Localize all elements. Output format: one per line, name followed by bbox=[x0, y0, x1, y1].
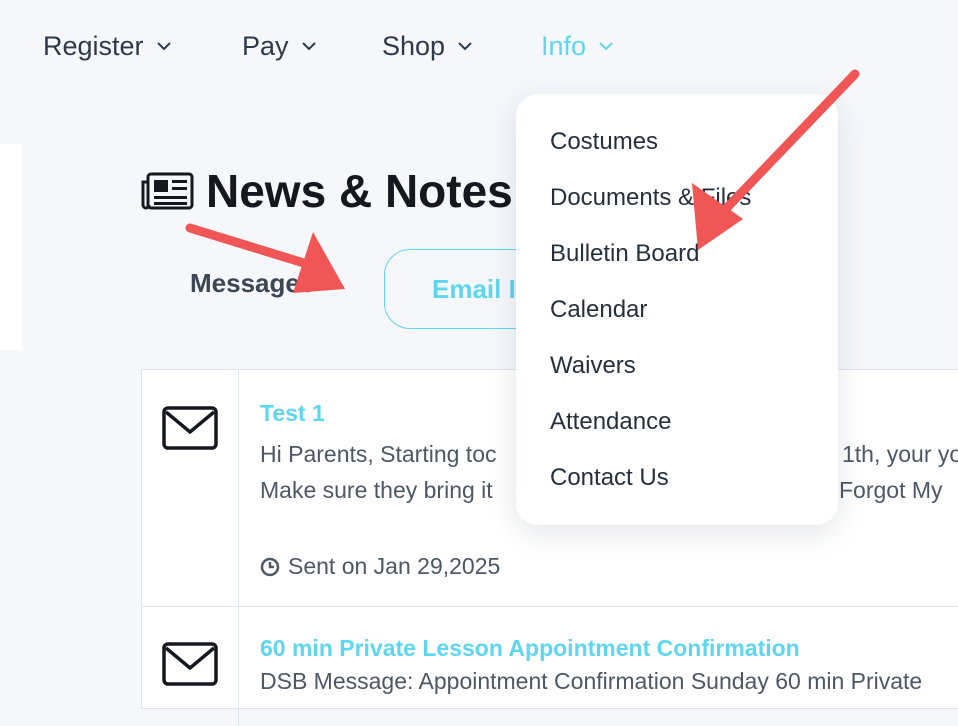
menu-item-costumes[interactable]: Costumes bbox=[550, 128, 658, 156]
nav-pay-label: Pay bbox=[242, 30, 289, 61]
sent-date: Sent on Jan 29,2025 bbox=[260, 553, 500, 580]
sent-date-text: Sent on Jan 29,2025 bbox=[288, 553, 501, 579]
newspaper-icon bbox=[141, 172, 194, 210]
menu-item-bulletin-board[interactable]: Bulletin Board bbox=[550, 240, 699, 268]
icon-column bbox=[142, 606, 239, 726]
clock-icon bbox=[260, 557, 280, 576]
message-preview-line1: Hi Parents, Starting toc bbox=[260, 441, 497, 467]
envelope-icon bbox=[162, 406, 218, 450]
chevron-down-icon bbox=[458, 42, 472, 51]
message-preview-line2: Make sure they bring it bbox=[260, 477, 493, 503]
page-title-text: News & Notes bbox=[206, 165, 513, 217]
nav-pay[interactable]: Pay bbox=[242, 28, 317, 64]
message-preview-line1-end: 1th, your yo bbox=[842, 441, 958, 467]
menu-item-documents-files[interactable]: Documents & Files bbox=[550, 184, 751, 212]
message-preview-line2-end: Forgot My bbox=[839, 477, 943, 503]
menu-item-contact-us[interactable]: Contact Us bbox=[550, 464, 669, 492]
message-title[interactable]: 60 min Private Lesson Appointment Confir… bbox=[260, 635, 800, 662]
envelope-icon bbox=[162, 642, 218, 686]
nav-shop[interactable]: Shop bbox=[382, 28, 473, 64]
info-dropdown-menu: Costumes Documents & Files Bulletin Boar… bbox=[516, 94, 838, 525]
nav-register-label: Register bbox=[43, 30, 144, 61]
chevron-down-icon bbox=[599, 42, 613, 51]
menu-item-calendar[interactable]: Calendar bbox=[550, 296, 647, 324]
page-title: News & Notes bbox=[140, 160, 513, 222]
side-panel bbox=[0, 144, 22, 350]
icon-column bbox=[142, 370, 239, 606]
chevron-down-icon bbox=[156, 42, 171, 51]
list-item[interactable]: 60 min Private Lesson Appointment Confir… bbox=[142, 606, 958, 726]
menu-item-waivers[interactable]: Waivers bbox=[550, 352, 636, 380]
message-preview: DSB Message: Appointment Confirmation Su… bbox=[260, 668, 923, 694]
nav-info[interactable]: Info bbox=[541, 28, 614, 64]
nav-info-label: Info bbox=[541, 30, 587, 61]
nav-shop-label: Shop bbox=[382, 30, 446, 61]
menu-item-attendance[interactable]: Attendance bbox=[550, 408, 671, 436]
tab-messages[interactable]: Messages bbox=[190, 268, 314, 299]
chevron-down-icon bbox=[301, 42, 316, 51]
message-title[interactable]: Test 1 bbox=[260, 400, 325, 427]
nav-register[interactable]: Register bbox=[43, 28, 172, 64]
top-nav: Register Pay Shop Info bbox=[0, 0, 958, 92]
